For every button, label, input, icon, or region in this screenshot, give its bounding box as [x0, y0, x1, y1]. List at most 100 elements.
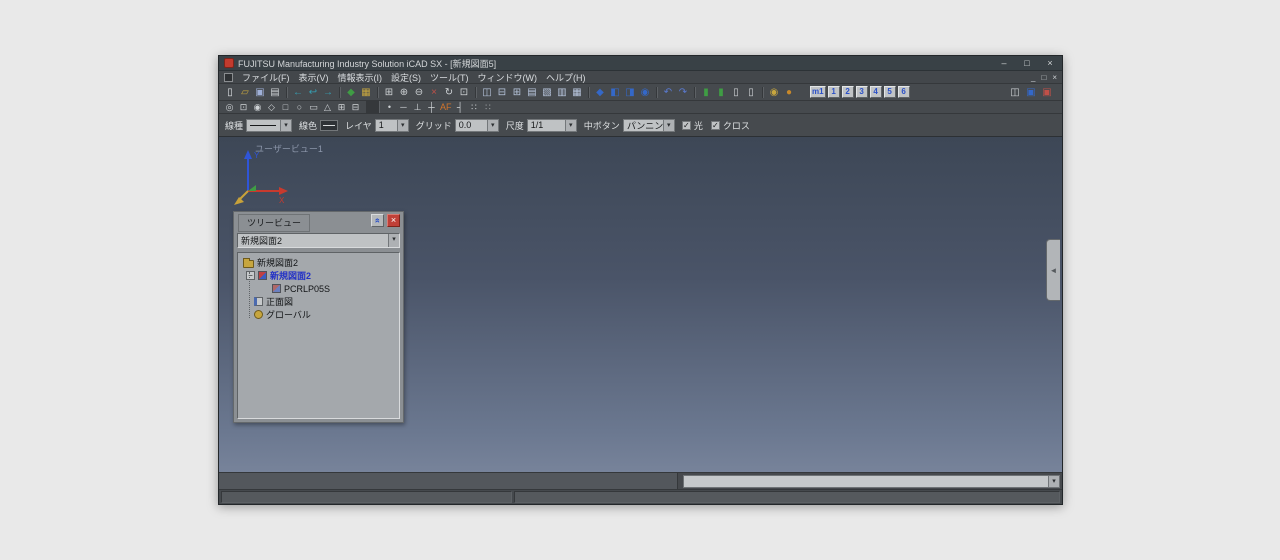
- save-icon[interactable]: ▣: [253, 85, 267, 100]
- new-window-icon[interactable]: ▣: [1024, 85, 1038, 100]
- new-document-icon[interactable]: ▯: [223, 85, 237, 100]
- lamp-icon[interactable]: ●: [782, 85, 796, 100]
- viewport-split-icon[interactable]: ⊟: [495, 85, 509, 100]
- back-icon[interactable]: ←: [291, 85, 305, 100]
- tree-item-global[interactable]: グローバル: [238, 308, 399, 321]
- pick-filter-icon[interactable]: ⊡: [237, 101, 250, 113]
- command-input-combo[interactable]: ▾: [683, 475, 1060, 488]
- menu-file[interactable]: ファイル(F): [242, 71, 290, 84]
- top-view-icon[interactable]: ◉: [638, 85, 652, 100]
- cross-checkbox[interactable]: ✓ クロス: [711, 119, 750, 132]
- cross-line-icon[interactable]: ┼: [425, 101, 438, 113]
- forward-icon[interactable]: →: [321, 85, 335, 100]
- tile-windows-icon[interactable]: ◫: [1008, 85, 1022, 100]
- pen-gray-1-icon[interactable]: ▯: [729, 85, 743, 100]
- window-slot-3[interactable]: 3: [856, 86, 868, 98]
- pen-green-1-icon[interactable]: ▮: [699, 85, 713, 100]
- pen-green-2-icon[interactable]: ▮: [714, 85, 728, 100]
- maximize-button[interactable]: □: [1020, 58, 1034, 68]
- menu-info-display[interactable]: 情報表示(I): [338, 71, 383, 84]
- zoom-in-icon[interactable]: ⊕: [397, 85, 411, 100]
- menu-settings[interactable]: 設定(S): [391, 71, 421, 84]
- mdi-restore-button[interactable]: □: [1041, 73, 1046, 82]
- line-color-swatch[interactable]: [320, 120, 338, 131]
- undo-icon[interactable]: ↶: [661, 85, 675, 100]
- mdi-close-button[interactable]: ×: [1052, 73, 1057, 82]
- snap-region-icon[interactable]: ⊞: [335, 101, 348, 113]
- close-button[interactable]: ×: [1043, 58, 1057, 68]
- window-slot-4[interactable]: 4: [870, 86, 882, 98]
- mdi-system-icon[interactable]: [224, 73, 233, 82]
- redo-icon[interactable]: ↷: [676, 85, 690, 100]
- window-slot-6[interactable]: 6: [898, 86, 910, 98]
- tree-item-part[interactable]: PCRLP05S: [238, 282, 399, 295]
- window-slot-1[interactable]: 1: [828, 86, 840, 98]
- viewport-quad-icon[interactable]: ⊞: [510, 85, 524, 100]
- view-all-icon[interactable]: ▦: [570, 85, 584, 100]
- connect-line-icon[interactable]: ┤: [454, 101, 467, 113]
- autofit-icon[interactable]: AF: [439, 101, 453, 113]
- view-cascade-icon[interactable]: ▧: [540, 85, 554, 100]
- menu-help[interactable]: ヘルプ(H): [546, 71, 586, 84]
- viewport-single-icon[interactable]: ◫: [480, 85, 494, 100]
- snap-polygon-icon[interactable]: △: [321, 101, 334, 113]
- perpendicular-icon[interactable]: ⊥: [411, 101, 424, 113]
- print-icon[interactable]: ▤: [268, 85, 282, 100]
- close-panel-button[interactable]: ×: [387, 214, 400, 227]
- checkbox-checked-icon: ✓: [682, 121, 691, 130]
- snap-endpoint-icon[interactable]: □: [279, 101, 292, 113]
- color-sample-icon: [323, 125, 335, 126]
- horizontal-line-icon[interactable]: ─: [397, 101, 410, 113]
- window-slot-5[interactable]: 5: [884, 86, 896, 98]
- pen-gray-2-icon[interactable]: ▯: [744, 85, 758, 100]
- view-model-icon[interactable]: ▥: [555, 85, 569, 100]
- jump-icon[interactable]: ↩: [306, 85, 320, 100]
- line-type-select[interactable]: ▾: [246, 119, 292, 132]
- drawing-viewport[interactable]: ユーザービュー1 Y X ツリービュー « ×: [219, 137, 1062, 472]
- open-folder-icon[interactable]: ▱: [238, 85, 252, 100]
- measure-icon[interactable]: ◉: [767, 85, 781, 100]
- grid-points-icon[interactable]: ∷: [468, 101, 481, 113]
- toolbar-separator: [339, 87, 340, 98]
- snap-rect-icon[interactable]: ▭: [307, 101, 320, 113]
- close-window-icon[interactable]: ▣: [1040, 85, 1054, 100]
- grid-select[interactable]: 0.0 ▾: [455, 119, 499, 132]
- view-sheet-icon[interactable]: ▤: [525, 85, 539, 100]
- window-slot-m1[interactable]: m1: [810, 86, 826, 98]
- window-slot-2[interactable]: 2: [842, 86, 854, 98]
- tree-item-model[interactable]: − 新規図面2: [238, 269, 399, 282]
- zoom-window-icon[interactable]: ⊞: [382, 85, 396, 100]
- middle-button-select[interactable]: パンニング ▾: [623, 119, 675, 132]
- scale-select[interactable]: 1/1 ▾: [527, 119, 577, 132]
- tree-item-front-view[interactable]: 正面図: [238, 295, 399, 308]
- grid-dots-icon[interactable]: ∷: [482, 101, 495, 113]
- collapse-panel-button[interactable]: «: [371, 214, 384, 227]
- snap-midpoint-icon[interactable]: ◇: [265, 101, 278, 113]
- menu-tools[interactable]: ツール(T): [430, 71, 469, 84]
- collapse-node-icon[interactable]: −: [246, 271, 255, 280]
- snap-toolbar-icons: ◎ ⊡ ◉ ◇ □ ○ ▭ △ ⊞ ⊟: [223, 101, 495, 113]
- select-mode-icon[interactable]: ◎: [223, 101, 236, 113]
- region-zoom-icon[interactable]: ⊡: [457, 85, 471, 100]
- tree-item-drawing-root[interactable]: 新規図面2: [238, 256, 399, 269]
- layer-select[interactable]: 1 ▾: [375, 119, 409, 132]
- zoom-cancel-icon[interactable]: ×: [427, 85, 441, 100]
- drawing-select-combo[interactable]: 新規図面2 ▾: [237, 233, 400, 248]
- side-view-icon[interactable]: ◨: [623, 85, 637, 100]
- mdi-minimize-button[interactable]: _: [1031, 73, 1035, 82]
- snap-center-icon[interactable]: ◉: [251, 101, 264, 113]
- highlight-checkbox[interactable]: ✓ 光: [682, 119, 703, 132]
- menu-display[interactable]: 表示(V): [299, 71, 329, 84]
- point-icon[interactable]: •: [383, 101, 396, 113]
- snap-circle-icon[interactable]: ○: [293, 101, 306, 113]
- snap-remove-icon[interactable]: ⊟: [349, 101, 362, 113]
- iso-view-icon[interactable]: ◆: [593, 85, 607, 100]
- menu-window[interactable]: ウィンドウ(W): [478, 71, 538, 84]
- zoom-out-icon[interactable]: ⊖: [412, 85, 426, 100]
- model-icon[interactable]: ◆: [344, 85, 358, 100]
- minimize-button[interactable]: –: [997, 58, 1011, 68]
- redraw-icon[interactable]: ↻: [442, 85, 456, 100]
- panel-collapse-tab[interactable]: ◄: [1046, 239, 1060, 301]
- front-view-icon[interactable]: ◧: [608, 85, 622, 100]
- drawing-sheet-icon[interactable]: ▦: [359, 85, 373, 100]
